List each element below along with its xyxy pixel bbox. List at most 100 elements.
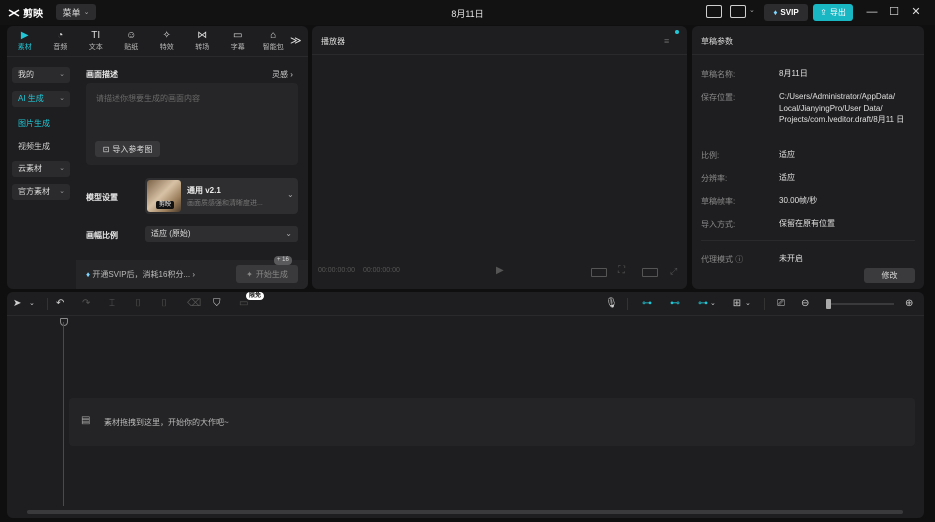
tab-sticker[interactable]: ☺ 贴纸 — [114, 26, 150, 56]
draft-properties-panel: 草稿参数 草稿名称: 8月11日 保存位置: C:/Users/Administ… — [692, 26, 924, 289]
main-track-link-icon[interactable]: ⊶ — [637, 297, 657, 311]
sidebar-item-ai-generate[interactable]: AI 生成 ⌄ — [12, 91, 70, 107]
playhead-handle[interactable] — [60, 318, 68, 326]
split-left-icon[interactable]: ⌷ — [135, 297, 141, 311]
shield-icon[interactable]: ⛉ — [213, 297, 221, 311]
tab-transition[interactable]: ⋈ 转场 — [185, 26, 221, 56]
inspiration-link[interactable]: 灵感 › — [272, 69, 293, 80]
notification-dot — [675, 30, 679, 34]
proxy-mode-value: 未开启 — [779, 254, 803, 263]
tab-media[interactable]: ▶ 素材 — [7, 26, 43, 56]
sidebar-item-mine[interactable]: 我的 ⌄ — [12, 67, 70, 83]
playhead-line — [63, 322, 64, 506]
prop-label: 比例: — [701, 151, 720, 160]
model-name: 通用 v2.1 — [187, 186, 221, 195]
divider — [312, 54, 687, 55]
divider — [701, 240, 915, 241]
model-label: 模型设置 — [86, 193, 118, 202]
zoom-slider[interactable] — [828, 303, 894, 305]
drop-zone[interactable]: ▤ 素材拖拽到这里，开始你的大作吧~ — [69, 398, 915, 446]
tab-label: 音频 — [53, 44, 68, 51]
draft-props-title: 草稿参数 — [701, 37, 733, 46]
title-bar: 剪映 菜单 ⌄ 8月11日 ⌄ ♦ SVIP ⇪ 导出 — ☐ ✕ — [0, 0, 935, 25]
timeline-panel: ➤ ⌄ ↶ ↷ ⌶ ⌷ ⌷ ⌫ ⛉ ▭ 限免 🎙 ⊶ ⊷ ⊶ ⌄ ⊞ ⌄ ⎚ ⊖… — [7, 292, 924, 518]
fullscreen-icon[interactable]: ⤢ — [670, 266, 677, 277]
tab-audio[interactable]: ◔ 音频 — [43, 26, 79, 56]
tab-subtitle[interactable]: ▭ 字幕 — [220, 26, 256, 56]
svip-promo[interactable]: ♦ 开通SVIP后，消耗16积分... › — [86, 269, 195, 280]
film-icon: ▤ — [81, 415, 91, 426]
horizontal-scrollbar[interactable] — [27, 510, 903, 514]
tab-label: 文本 — [88, 44, 103, 51]
tab-effects[interactable]: ✧ 特效 — [149, 26, 185, 56]
ratio-label: 画幅比例 — [86, 231, 118, 240]
auto-snap-icon[interactable]: ⊷ — [665, 297, 685, 311]
minimize-icon[interactable]: — — [864, 4, 880, 20]
prop-label: 导入方式: — [701, 220, 736, 229]
divider — [47, 298, 48, 310]
focus-icon[interactable]: ⛶ — [618, 265, 625, 276]
import-reference-button[interactable]: ⊡ 导入参考图 — [95, 141, 160, 157]
redo-icon[interactable]: ↷ — [82, 297, 90, 311]
sidebar-item-video-generate[interactable]: 视频生成 — [18, 141, 50, 152]
menu-lines-icon[interactable]: ≡ — [664, 36, 669, 46]
sidebar-item-cloud-material[interactable]: 云素材 ⌄ — [12, 161, 70, 177]
tab-label: 智能包 — [262, 44, 284, 51]
close-icon[interactable]: ✕ — [908, 4, 924, 20]
aspect-ratio-icon[interactable] — [591, 268, 607, 277]
maximize-icon[interactable]: ☐ — [886, 4, 902, 20]
tab-text[interactable]: TI 文本 — [78, 26, 114, 56]
tab-label: 转场 — [195, 44, 210, 51]
media-tabs: ▶ 素材 ◔ 音频 TI 文本 ☺ 贴纸 ✧ 特效 ⋈ 转场 ▭ 字幕 ⌂ 智能包 — [7, 26, 308, 56]
tab-label: 字幕 — [230, 44, 245, 51]
ratio-select[interactable]: 适应 (原始) ⌄ — [145, 226, 298, 242]
layout-chevron-icon[interactable]: ⌄ — [749, 6, 755, 14]
ratio-value: 适应 — [779, 150, 795, 159]
prop-label: 代理模式 ⓘ — [701, 255, 744, 264]
microphone-icon[interactable]: 🎙 — [605, 297, 618, 311]
undo-icon[interactable]: ↶ — [56, 297, 64, 311]
split-icon[interactable]: ⌶ — [109, 297, 115, 311]
divider — [627, 298, 628, 310]
chevron-down-icon[interactable]: ⌄ — [745, 297, 751, 311]
transition-icon: ⋈ — [197, 30, 208, 41]
chevron-down-icon: ⌄ — [59, 71, 65, 78]
sparkle-icon: ✦ — [246, 269, 253, 279]
play-icon[interactable]: ▶ — [496, 265, 504, 276]
generate-button[interactable]: ✦ 开始生成 — [236, 265, 298, 283]
sidebar-item-image-generate[interactable]: 图片生成 — [18, 118, 50, 129]
preview-axis-icon[interactable]: ⊞ — [727, 297, 747, 311]
free-badge: 限免 — [246, 292, 265, 300]
divider — [764, 298, 765, 310]
caption-icon[interactable]: ⎚ — [773, 297, 789, 311]
layout-icon[interactable] — [730, 5, 746, 18]
generate-bar: ♦ 开通SVIP后，消耗16积分... › ✦ 开始生成 + 16 — [76, 256, 308, 289]
more-tabs-icon[interactable]: ≫ — [290, 34, 302, 47]
zoom-slider-handle[interactable] — [826, 299, 831, 309]
upload-icon: ⇪ — [820, 8, 827, 17]
prompt-textarea[interactable]: 请描述你想要生成的画面内容 ⊡ 导入参考图 — [86, 83, 298, 165]
time-display: 00:00:00:00 00:00:00:00 — [318, 267, 400, 274]
preview-quality-icon[interactable] — [642, 268, 658, 277]
model-selector[interactable]: 剪映 通用 v2.1 画面质感强和清晰度进... ⌄ — [145, 178, 298, 214]
keyboard-shortcut-icon[interactable] — [706, 5, 722, 18]
export-button[interactable]: ⇪ 导出 — [813, 4, 853, 21]
prop-label: 草稿帧率: — [701, 197, 736, 206]
svip-button[interactable]: ♦ SVIP — [764, 4, 808, 21]
divider — [7, 56, 308, 57]
audio-icon: ◔ — [57, 30, 64, 41]
sidebar-item-official-material[interactable]: 官方素材 ⌄ — [12, 184, 70, 200]
media-panel: ▶ 素材 ◔ 音频 TI 文本 ☺ 贴纸 ✧ 特效 ⋈ 转场 ▭ 字幕 ⌂ 智能包 ≫ 我的 ⌄ AI 生成 ⌄ … — [7, 26, 308, 289]
modify-button[interactable]: 修改 — [864, 268, 915, 283]
player-title: 播放器 — [321, 37, 345, 46]
split-right-icon[interactable]: ⌷ — [161, 297, 167, 311]
chevron-down-icon[interactable]: ⌄ — [710, 297, 716, 311]
import-mode-value: 保留在原有位置 — [779, 219, 835, 228]
tab-smart-package[interactable]: ⌂ 智能包 — [256, 26, 292, 56]
zoom-in-icon[interactable]: ⊕ — [905, 297, 913, 311]
select-tool-icon[interactable]: ➤ — [13, 297, 21, 311]
divider — [692, 54, 924, 55]
delete-icon[interactable]: ⌫ — [187, 297, 201, 311]
chevron-down-icon[interactable]: ⌄ — [29, 297, 35, 311]
zoom-out-icon[interactable]: ⊖ — [801, 297, 809, 311]
